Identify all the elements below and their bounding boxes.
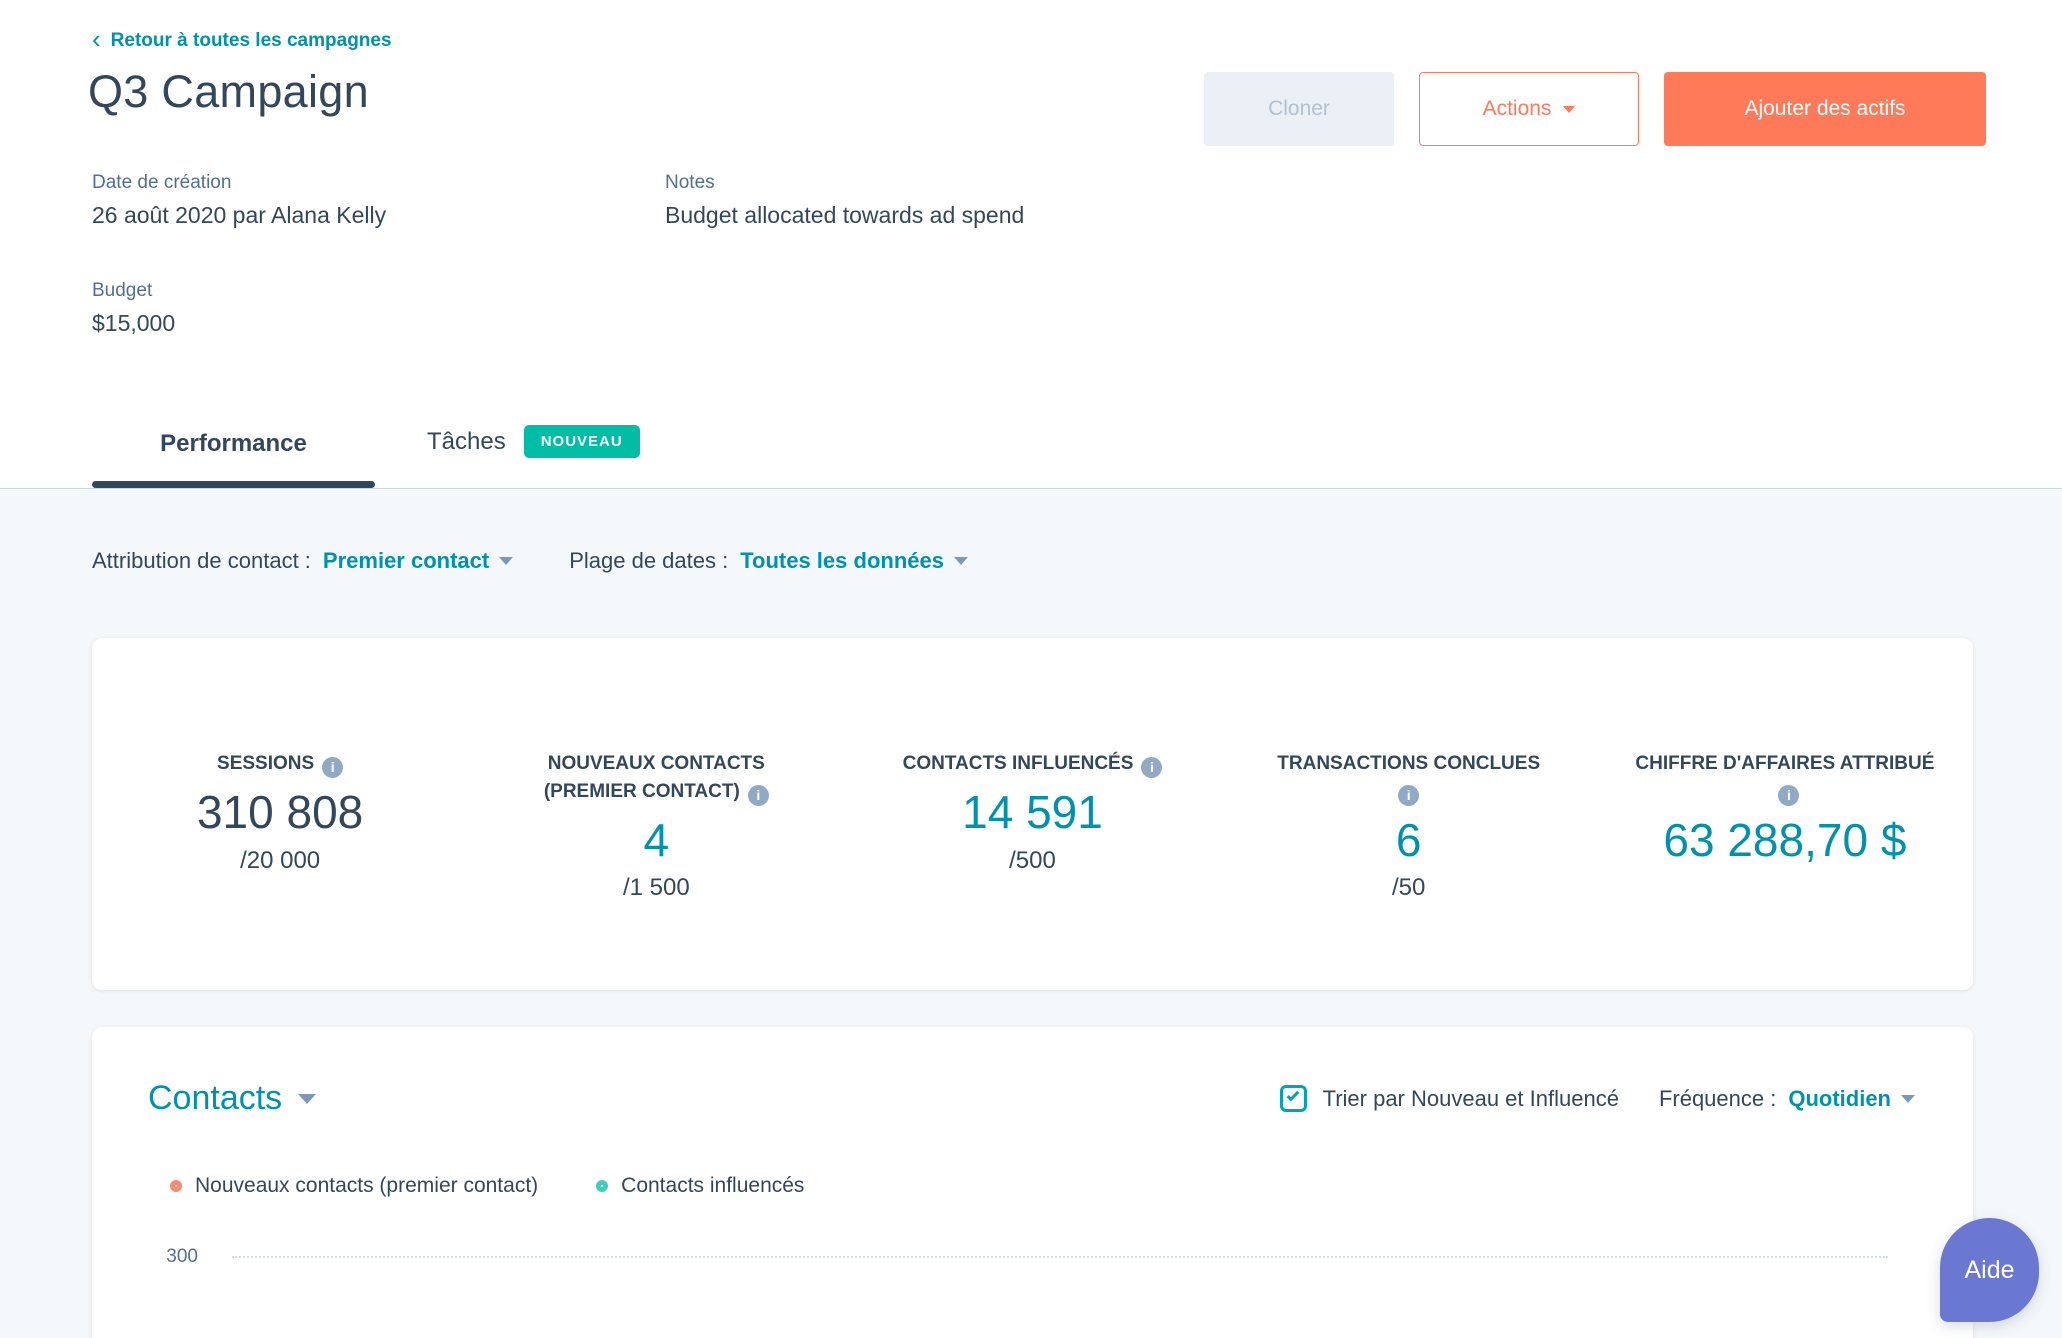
stat-new-contacts-goal: /1 500 (622, 874, 690, 902)
contacts-chart-card: Contacts Trier par Nouveau et Influencé … (92, 1027, 1973, 1338)
date-range-dropdown[interactable]: Toutes les données (740, 548, 968, 574)
chevron-down-icon (1563, 105, 1576, 113)
stat-label-text: NOUVEAUX CONTACTS (PREMIER CONTACT) (543, 753, 765, 802)
stat-sessions-goal: /20 000 (240, 846, 321, 874)
stat-influenced-contacts: CONTACTS INFLUENCÉS i 14 591 /500 (844, 750, 1220, 990)
stat-sessions-value: 310 808 (196, 786, 364, 838)
contacts-title-label: Contacts (148, 1079, 283, 1117)
tab-performance-label: Performance (160, 430, 307, 457)
clone-button[interactable]: Cloner (1204, 72, 1394, 146)
frequency-label: Fréquence : (1658, 1085, 1777, 1111)
stat-attributed-revenue: CHIFFRE D'AFFAIRES ATTRIBUÉ i 63 288,70 $ (1597, 750, 1973, 990)
chevron-down-icon (298, 1093, 317, 1104)
kpi-summary-card: SESSIONS i 310 808 /20 000 NOUVEAUX CONTA… (92, 638, 1973, 990)
y-axis-tick-label: 300 (166, 1246, 198, 1267)
info-icon[interactable]: i (322, 757, 344, 778)
add-assets-button[interactable]: Ajouter des actifs (1664, 72, 1986, 146)
budget-field: Budget $15,000 (92, 280, 175, 337)
chevron-left-icon: ‹ (92, 24, 101, 54)
stat-new-contacts-label: NOUVEAUX CONTACTS (PREMIER CONTACT) i (499, 750, 814, 806)
legend-label: Nouveaux contacts (premier contact) (195, 1174, 539, 1197)
stat-closed-deals-goal: /50 (1392, 874, 1426, 902)
info-icon[interactable]: i (1141, 757, 1163, 778)
attribution-dropdown-value: Premier contact (322, 548, 490, 573)
notes-value: Budget allocated towards ad spend (665, 202, 1025, 228)
stat-label-text: CONTACTS INFLUENCÉS (902, 753, 1134, 774)
legend-marker-icon (170, 1180, 182, 1192)
active-tab-indicator (92, 481, 375, 488)
stat-label-text: SESSIONS (217, 753, 315, 774)
stat-sessions-label: SESSIONS i (123, 750, 438, 778)
stat-closed-deals: TRANSACTIONS CONCLUES i 6 /50 (1221, 750, 1597, 990)
tab-tasks-label: Tâches (427, 427, 506, 455)
stat-closed-deals-label: TRANSACTIONS CONCLUES i (1251, 750, 1566, 806)
campaign-detail-page: ‹ Retour à toutes les campagnes Q3 Campa… (0, 0, 2062, 1338)
legend-item-new-contacts[interactable]: Nouveaux contacts (premier contact) (170, 1174, 538, 1198)
info-icon[interactable]: i (747, 784, 769, 806)
stat-attributed-revenue-label: CHIFFRE D'AFFAIRES ATTRIBUÉ i (1627, 750, 1942, 806)
contacts-chart-controls: Trier par Nouveau et Influencé Fréquence… (1279, 1085, 1915, 1112)
stat-new-contacts-value: 4 (643, 813, 670, 866)
frequency-dropdown-value: Quotidien (1788, 1085, 1891, 1111)
stat-influenced-contacts-value: 14 591 (962, 786, 1103, 838)
contacts-metric-dropdown[interactable]: Contacts (148, 1079, 317, 1118)
stat-label-text: TRANSACTIONS CONCLUES (1277, 753, 1541, 774)
created-date-value: 26 août 2020 par Alana Kelly (92, 202, 387, 228)
stat-influenced-contacts-goal: /500 (1009, 846, 1056, 874)
created-date-label: Date de création (92, 172, 232, 193)
help-button[interactable]: Aide (1940, 1218, 2039, 1322)
gridline (232, 1256, 1888, 1258)
new-badge: NOUVEAU (523, 425, 640, 458)
sort-checkbox-label: Trier par Nouveau et Influencé (1322, 1085, 1619, 1111)
page-title: Q3 Campaign (88, 66, 369, 117)
budget-label: Budget (92, 280, 153, 301)
info-icon-row: i (1251, 778, 1566, 806)
page-header: ‹ Retour à toutes les campagnes Q3 Campa… (0, 0, 2062, 489)
checkmark-icon (1286, 1088, 1299, 1102)
actions-dropdown-button[interactable]: Actions (1419, 72, 1639, 146)
created-date-field: Date de création 26 août 2020 par Alana … (92, 172, 386, 229)
tab-bar: Performance Tâches NOUVEAU (92, 425, 640, 488)
chevron-down-icon (499, 557, 514, 565)
chart-y-axis-row: 300 (152, 1246, 1888, 1268)
attribution-filter-label: Attribution de contact : (92, 548, 311, 573)
stat-label-text: CHIFFRE D'AFFAIRES ATTRIBUÉ (1635, 753, 1935, 774)
actions-button-label: Actions (1482, 97, 1552, 120)
back-to-campaigns-link[interactable]: ‹ Retour à toutes les campagnes (92, 24, 392, 54)
tab-performance[interactable]: Performance (92, 430, 375, 488)
stat-attributed-revenue-value: 63 288,70 $ (1663, 813, 1907, 866)
notes-field: Notes Budget allocated towards ad spend (665, 172, 1024, 229)
sort-checkbox[interactable] (1279, 1085, 1307, 1112)
attribution-dropdown[interactable]: Premier contact (322, 548, 514, 574)
legend-item-influenced-contacts[interactable]: Contacts influencés (596, 1174, 804, 1198)
stat-new-contacts: NOUVEAUX CONTACTS (PREMIER CONTACT) i 4 /… (468, 750, 844, 990)
stat-closed-deals-value: 6 (1395, 813, 1422, 866)
stat-influenced-contacts-label: CONTACTS INFLUENCÉS i (875, 750, 1190, 778)
tab-tasks[interactable]: Tâches NOUVEAU (427, 425, 640, 488)
date-range-dropdown-value: Toutes les données (740, 548, 944, 573)
budget-value: $15,000 (92, 310, 176, 336)
header-action-buttons: Cloner Actions Ajouter des actifs (1204, 72, 1986, 146)
back-link-label: Retour à toutes les campagnes (110, 30, 392, 51)
report-filters: Attribution de contact : Premier contact… (92, 548, 968, 574)
legend-label: Contacts influencés (621, 1174, 805, 1197)
info-icon[interactable]: i (1778, 784, 1800, 806)
legend-marker-icon (596, 1180, 609, 1192)
chart-legend: Nouveaux contacts (premier contact) Cont… (170, 1174, 1973, 1198)
chevron-down-icon (953, 557, 968, 565)
frequency-control: Fréquence : Quotidien (1659, 1086, 1915, 1112)
chevron-down-icon (1901, 1094, 1915, 1103)
performance-tab-content: Attribution de contact : Premier contact… (0, 490, 2062, 1338)
frequency-dropdown[interactable]: Quotidien (1788, 1086, 1915, 1112)
date-range-filter-label: Plage de dates : (569, 548, 729, 573)
notes-label: Notes (665, 172, 715, 193)
contacts-chart-header: Contacts Trier par Nouveau et Influencé … (92, 1027, 1973, 1118)
info-icon[interactable]: i (1398, 784, 1420, 806)
stat-sessions: SESSIONS i 310 808 /20 000 (92, 750, 468, 990)
